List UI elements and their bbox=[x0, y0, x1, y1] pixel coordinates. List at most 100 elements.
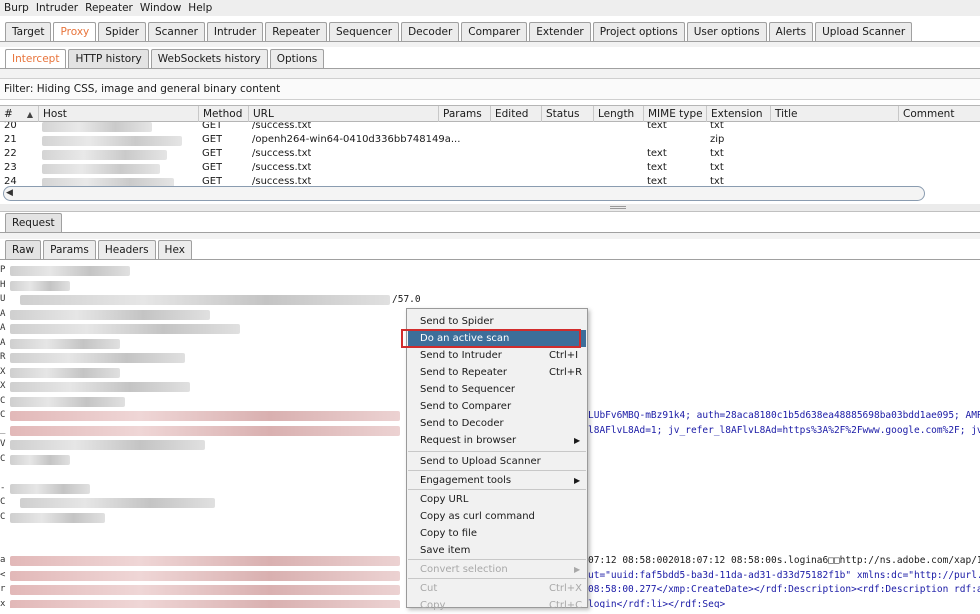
menu-item-request-in-browser[interactable]: Request in browser ▶ bbox=[408, 432, 586, 449]
sort-ascending-icon: ▲ bbox=[26, 109, 33, 119]
message-tab-divider bbox=[0, 232, 980, 239]
tab-params[interactable]: Params bbox=[43, 240, 96, 259]
redacted-content bbox=[10, 353, 185, 363]
submenu-arrow-icon: ▶ bbox=[574, 436, 581, 445]
menu-item-send-to-sequencer[interactable]: Send to Sequencer bbox=[408, 381, 586, 398]
tab-sequencer[interactable]: Sequencer bbox=[328, 22, 400, 41]
menu-item-send-to-comparer[interactable]: Send to Comparer bbox=[408, 398, 586, 415]
menu-item-label: Request in browser bbox=[420, 435, 517, 446]
menu-item-cut[interactable]: Cut Ctrl+X bbox=[408, 580, 586, 597]
main-tab-divider bbox=[0, 41, 980, 47]
tab-target[interactable]: Target bbox=[5, 22, 52, 41]
col-header-host[interactable]: Host bbox=[38, 106, 198, 122]
menu-item-send-to-spider[interactable]: Send to Spider bbox=[408, 313, 586, 330]
col-header-number[interactable]: # ▲ bbox=[0, 106, 38, 122]
table-row[interactable]: 21 GET /openh264-win64-0410d336bb748149a… bbox=[0, 134, 980, 148]
tab-proxy[interactable]: Proxy bbox=[53, 22, 97, 41]
row-extension: zip bbox=[710, 134, 725, 145]
tab-upload-scanner[interactable]: Upload Scanner bbox=[815, 22, 913, 41]
tab-user-options[interactable]: User options bbox=[686, 22, 767, 41]
request-line-prefix: X bbox=[0, 366, 6, 377]
col-header-edited[interactable]: Edited bbox=[490, 106, 541, 122]
row-mime: text bbox=[647, 122, 667, 131]
request-line-prefix: R bbox=[0, 352, 6, 362]
row-extension: txt bbox=[710, 122, 724, 131]
menu-item-send-to-upload-scanner[interactable]: Send to Upload Scanner bbox=[408, 453, 586, 470]
col-header-comment[interactable]: Comment bbox=[898, 106, 980, 122]
tab-headers[interactable]: Headers bbox=[97, 240, 156, 259]
tab-raw[interactable]: Raw bbox=[5, 240, 42, 259]
tab-request[interactable]: Request bbox=[5, 213, 62, 232]
menu-item-copy-url[interactable]: Copy URL bbox=[408, 491, 586, 508]
tab-project-options[interactable]: Project options bbox=[592, 22, 685, 41]
menu-separator bbox=[408, 489, 586, 490]
filter-bar[interactable]: Filter: Hiding CSS, image and general bi… bbox=[0, 78, 980, 100]
menu-item-send-to-repeater[interactable]: Send to Repeater Ctrl+R bbox=[408, 364, 586, 381]
col-header-title[interactable]: Title bbox=[770, 106, 898, 122]
proxy-tab-divider bbox=[0, 68, 980, 78]
request-line-prefix: x bbox=[0, 598, 6, 609]
tab-options[interactable]: Options bbox=[269, 49, 325, 68]
col-header-method[interactable]: Method bbox=[198, 106, 248, 122]
menu-item-save-item[interactable]: Save item bbox=[408, 542, 586, 559]
col-header-length[interactable]: Length bbox=[593, 106, 643, 122]
menu-window[interactable]: Window bbox=[140, 2, 181, 14]
table-row[interactable]: 23 GET /success.txt text txt bbox=[0, 162, 980, 176]
scroll-left-icon[interactable]: ◀ bbox=[6, 188, 13, 198]
tab-repeater[interactable]: Repeater bbox=[265, 22, 327, 41]
request-line-prefix: r bbox=[0, 584, 6, 594]
menu-item-convert-selection[interactable]: Convert selection ▶ bbox=[408, 561, 586, 578]
menu-item-copy-to-file[interactable]: Copy to file bbox=[408, 525, 586, 542]
tab-intruder[interactable]: Intruder bbox=[206, 22, 264, 41]
tab-http-history[interactable]: HTTP history bbox=[68, 49, 149, 68]
tab-scanner[interactable]: Scanner bbox=[147, 22, 205, 41]
col-header-mime-type[interactable]: MIME type bbox=[643, 106, 706, 122]
split-pane-divider[interactable] bbox=[0, 204, 980, 212]
tab-websockets-history[interactable]: WebSockets history bbox=[150, 49, 268, 68]
menu-item-shortcut: Ctrl+C bbox=[549, 600, 583, 611]
table-row[interactable]: 20 GET /success.txt text txt bbox=[0, 122, 980, 134]
row-mime: text bbox=[647, 148, 667, 159]
menu-item-shortcut: Ctrl+X bbox=[549, 583, 583, 594]
menu-item-label: Copy URL bbox=[420, 494, 469, 505]
col-header-status[interactable]: Status bbox=[541, 106, 593, 122]
menu-intruder[interactable]: Intruder bbox=[36, 2, 78, 14]
tab-hex[interactable]: Hex bbox=[157, 240, 192, 259]
menu-item-engagement-tools[interactable]: Engagement tools ▶ bbox=[408, 472, 586, 489]
horizontal-scrollbar[interactable]: ◀ bbox=[3, 186, 925, 201]
redacted-content bbox=[10, 280, 70, 291]
table-row[interactable]: 22 GET /success.txt text txt bbox=[0, 148, 980, 162]
tab-alerts[interactable]: Alerts bbox=[768, 22, 814, 41]
tab-comparer[interactable]: Comparer bbox=[461, 22, 528, 41]
row-url: /openh264-win64-0410d336bb748149a... bbox=[252, 134, 461, 145]
menu-item-send-to-intruder[interactable]: Send to Intruder Ctrl+I bbox=[408, 347, 586, 364]
menu-item-send-to-decoder[interactable]: Send to Decoder bbox=[408, 415, 586, 432]
redacted-content bbox=[10, 440, 205, 450]
menu-burp[interactable]: Burp bbox=[4, 2, 29, 14]
menu-item-copy[interactable]: Copy Ctrl+C bbox=[408, 597, 586, 614]
request-line-text: l8AFlvL8Ad=1; jv_refer_l8AFlvL8Ad=https%… bbox=[588, 424, 980, 436]
redacted-content bbox=[10, 556, 400, 566]
request-line-prefix: V bbox=[0, 439, 6, 449]
request-line-text: login</rdf:li></rdf:Seq> bbox=[588, 598, 726, 609]
split-grip-icon[interactable] bbox=[610, 206, 626, 209]
row-url: /success.txt bbox=[252, 148, 312, 159]
menu-item-copy-as-curl-command[interactable]: Copy as curl command bbox=[408, 508, 586, 525]
request-line-prefix: A bbox=[0, 337, 6, 348]
request-line-prefix: A bbox=[0, 308, 6, 319]
menu-item-label: Cut bbox=[420, 583, 438, 594]
tab-decoder[interactable]: Decoder bbox=[401, 22, 460, 41]
menu-help[interactable]: Help bbox=[188, 2, 212, 14]
tab-intercept[interactable]: Intercept bbox=[5, 49, 67, 68]
request-line-prefix: C bbox=[0, 395, 6, 406]
menu-repeater[interactable]: Repeater bbox=[85, 2, 133, 14]
col-header-params[interactable]: Params bbox=[438, 106, 490, 122]
request-line-prefix: U bbox=[0, 294, 6, 304]
tab-spider[interactable]: Spider bbox=[98, 22, 146, 41]
col-header-url[interactable]: URL bbox=[248, 106, 438, 122]
redacted-content bbox=[10, 411, 400, 421]
col-header-extension[interactable]: Extension bbox=[706, 106, 770, 122]
request-line-prefix: C bbox=[0, 453, 6, 464]
tab-extender[interactable]: Extender bbox=[529, 22, 591, 41]
menu-item-label: Copy to file bbox=[420, 528, 477, 539]
